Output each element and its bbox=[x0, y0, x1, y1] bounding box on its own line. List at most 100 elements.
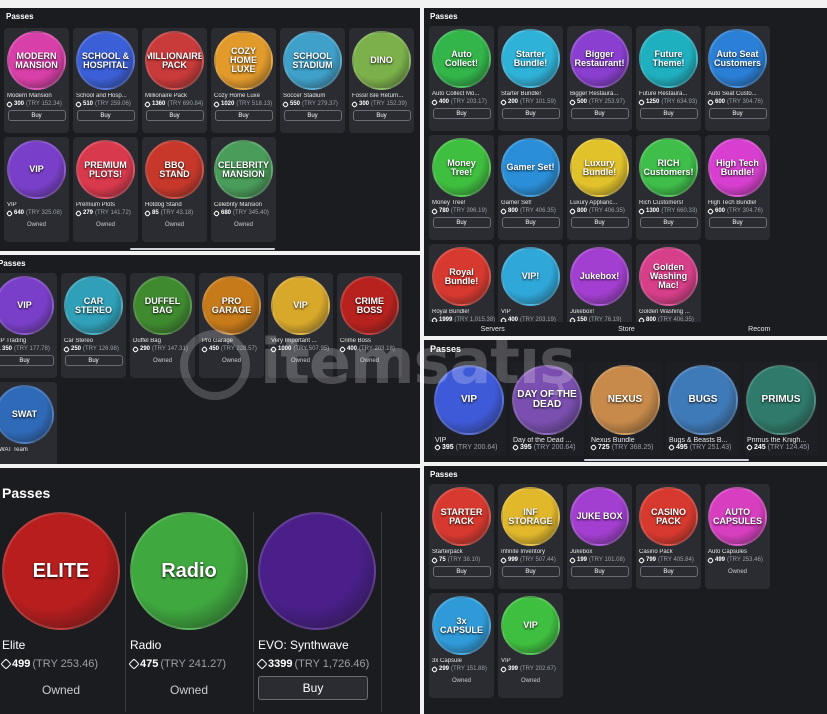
buy-button[interactable]: Buy bbox=[258, 676, 368, 700]
pass-card[interactable]: Luxury Bundle! Luxury Applianc... 800 (TRY … bbox=[567, 135, 632, 240]
pass-thumbnail[interactable]: Gamer Set! bbox=[501, 138, 560, 197]
pass-thumbnail[interactable]: INF STORAGE bbox=[501, 487, 560, 546]
pass-card[interactable]: ELITE Elite 499 (TRY 253.46) Owned bbox=[0, 512, 126, 712]
pass-card[interactable]: STARTER PACK Starterpack 75 (TRY 38.10) Buy bbox=[429, 484, 494, 589]
pass-thumbnail[interactable]: VIP bbox=[501, 596, 560, 655]
buy-button[interactable]: Buy bbox=[352, 110, 411, 121]
pass-card[interactable]: EVO: Synthwave 3399 (TRY 1,726.46) Buy bbox=[256, 512, 382, 712]
pass-card[interactable]: NEXUS Nexus Bundle 725 (TRY 368.25) bbox=[588, 362, 662, 456]
buy-button[interactable]: Buy bbox=[214, 110, 273, 121]
pass-card[interactable]: MODERN MANSION Modern Mansion 300 (TRY 152.… bbox=[4, 28, 69, 133]
pass-thumbnail[interactable]: Radio bbox=[130, 512, 248, 630]
pass-card[interactable]: CASINO PACK Casino Pack 799 (TRY 405.84) Buy bbox=[636, 484, 701, 589]
pass-thumbnail[interactable]: 3x CAPSULE bbox=[432, 596, 491, 655]
pass-card[interactable]: PREMIUM PLOTS! Premium Plots 279 (TRY 141.7… bbox=[73, 137, 138, 242]
pass-thumbnail[interactable]: CAR STEREO bbox=[64, 276, 123, 335]
buy-button[interactable]: Buy bbox=[0, 355, 54, 366]
pass-card[interactable]: BUGS Bugs & Beasts B... 495 (TRY 251.43) bbox=[666, 362, 740, 456]
pass-card[interactable]: AUTO CAPSULES Auto Capsules 499 (TRY 253.46… bbox=[705, 484, 770, 589]
pass-thumbnail[interactable]: High Tech Bundle! bbox=[708, 138, 767, 197]
pass-card[interactable]: SCHOOL & HOSPITAL School and Hosp... 510 (T… bbox=[73, 28, 138, 133]
pass-card[interactable]: RICH Customers! Rich Customers! 1300 (TRY 6… bbox=[636, 135, 701, 240]
buy-button[interactable]: Buy bbox=[708, 108, 767, 119]
pass-card[interactable]: Bigger Restaurant! Bigger Restaura... 500(… bbox=[567, 26, 632, 131]
pass-card[interactable]: VIP VIP 399 (TRY 202.67) Owned bbox=[498, 593, 563, 698]
pass-thumbnail[interactable]: CELEBRITY MANSION bbox=[214, 140, 273, 199]
pass-thumbnail[interactable]: NEXUS bbox=[590, 365, 660, 435]
pass-card[interactable]: VIP VIP 640 (TRY 325.08) Owned bbox=[4, 137, 69, 242]
pass-card[interactable]: SWAT SWAT Team bbox=[0, 382, 57, 464]
pass-thumbnail[interactable]: Jukebox! bbox=[570, 247, 629, 306]
pass-thumbnail[interactable]: BUGS bbox=[668, 365, 738, 435]
pass-card[interactable]: Radio Radio 475 (TRY 241.27) Owned bbox=[128, 512, 254, 712]
scrollbar[interactable] bbox=[584, 459, 749, 461]
pass-thumbnail[interactable]: Auto Seat Customers bbox=[708, 29, 767, 88]
buy-button[interactable]: Buy bbox=[501, 108, 560, 119]
pass-card[interactable]: COZY HOME LUXE Cozy Home Luxe 1020 (TRY 518… bbox=[211, 28, 276, 133]
pass-card[interactable]: MILLIONAIRE PACK Millionaire Pack 1360 (TRY… bbox=[142, 28, 207, 133]
pass-thumbnail[interactable]: Future Theme! bbox=[639, 29, 698, 88]
buy-button[interactable]: Buy bbox=[570, 108, 629, 119]
pass-thumbnail[interactable]: MILLIONAIRE PACK bbox=[145, 31, 204, 90]
pass-thumbnail[interactable]: PRO GARAGE bbox=[202, 276, 261, 335]
pass-thumbnail[interactable]: RICH Customers! bbox=[639, 138, 698, 197]
pass-thumbnail[interactable]: DINO bbox=[352, 31, 411, 90]
pass-card[interactable]: SCHOOL STADIUM Soccer Stadium 550 (TRY 279.… bbox=[280, 28, 345, 133]
pass-thumbnail[interactable]: MODERN MANSION bbox=[7, 31, 66, 90]
pass-thumbnail[interactable]: Starter Bundle! bbox=[501, 29, 560, 88]
pass-thumbnail[interactable]: Luxury Bundle! bbox=[570, 138, 629, 197]
buy-button[interactable]: Buy bbox=[283, 110, 342, 121]
pass-thumbnail[interactable]: BBQ STAND bbox=[145, 140, 204, 199]
buy-button[interactable]: Buy bbox=[639, 108, 698, 119]
pass-thumbnail[interactable]: Golden Washing Mac! bbox=[639, 247, 698, 306]
pass-card[interactable]: CAR STEREO Car Stereo 250 (TRY 126.98) Buy bbox=[61, 273, 126, 378]
buy-button[interactable]: Buy bbox=[64, 355, 123, 366]
tab-store[interactable]: Store bbox=[618, 326, 635, 333]
buy-button[interactable]: Buy bbox=[570, 217, 629, 228]
pass-thumbnail[interactable]: PREMIUM PLOTS! bbox=[76, 140, 135, 199]
pass-card[interactable]: PRIMUS Primus the Knigh... 245 (TRY 124.45) bbox=[744, 362, 818, 456]
pass-thumbnail[interactable]: SWAT bbox=[0, 385, 54, 444]
buy-button[interactable]: Buy bbox=[501, 566, 560, 577]
pass-thumbnail[interactable]: DUFFEL BAG bbox=[133, 276, 192, 335]
pass-card[interactable]: INF STORAGE Infinite Inventory 999 (TRY 507… bbox=[498, 484, 563, 589]
pass-card[interactable]: CELEBRITY MANSION Celebrity Mansion 680 (TR… bbox=[211, 137, 276, 242]
pass-thumbnail[interactable]: JUKE BOX bbox=[570, 487, 629, 546]
pass-thumbnail[interactable] bbox=[258, 512, 376, 630]
pass-thumbnail[interactable]: AUTO CAPSULES bbox=[708, 487, 767, 546]
pass-card[interactable]: VIPVIP Trading350(TRY 177.78)Buy bbox=[0, 273, 57, 378]
scrollbar[interactable] bbox=[130, 248, 275, 250]
pass-card[interactable]: Auto Seat Customers Auto Seat Custo... 600… bbox=[705, 26, 770, 131]
pass-card[interactable]: JUKE BOX Jukebox 199 (TRY 101.08) Buy bbox=[567, 484, 632, 589]
pass-thumbnail[interactable]: VIP bbox=[0, 276, 54, 335]
pass-card[interactable]: DINO Fossil Isle Return... 300 (TRY 152.39)… bbox=[349, 28, 414, 133]
pass-card[interactable]: Future Theme! Future Restaura... 1250 (TRY … bbox=[636, 26, 701, 131]
tab-recommended[interactable]: Recom bbox=[748, 326, 770, 333]
pass-thumbnail[interactable]: SCHOOL STADIUM bbox=[283, 31, 342, 90]
pass-thumbnail[interactable]: Auto Collect! bbox=[432, 29, 491, 88]
pass-thumbnail[interactable]: ELITE bbox=[2, 512, 120, 630]
buy-button[interactable]: Buy bbox=[570, 566, 629, 577]
pass-thumbnail[interactable]: VIP! bbox=[501, 247, 560, 306]
pass-thumbnail[interactable]: CASINO PACK bbox=[639, 487, 698, 546]
buy-button[interactable]: Buy bbox=[639, 566, 698, 577]
pass-card[interactable]: Starter Bundle! Starter Bundle! 200 (TRY 10… bbox=[498, 26, 563, 131]
pass-thumbnail[interactable]: VIP bbox=[7, 140, 66, 199]
buy-button[interactable]: Buy bbox=[76, 110, 135, 121]
pass-card[interactable]: High Tech Bundle! High Tech Bundle! 600 (TR… bbox=[705, 135, 770, 240]
pass-card[interactable]: Money Tree! Money Tree! 780 (TRY 396.19) Buy bbox=[429, 135, 494, 240]
pass-thumbnail[interactable]: COZY HOME LUXE bbox=[214, 31, 273, 90]
pass-card[interactable]: BBQ STAND Hotdog Stand 85 (TRY 43.18) Owned bbox=[142, 137, 207, 242]
pass-card[interactable]: Auto Collect! Auto Collect Mo... 400 (TRY 2… bbox=[429, 26, 494, 131]
pass-card[interactable]: Gamer Set! Gamer Set! 800 (TRY 406.35) Buy bbox=[498, 135, 563, 240]
buy-button[interactable]: Buy bbox=[639, 217, 698, 228]
pass-thumbnail[interactable]: Royal Bundle! bbox=[432, 247, 491, 306]
pass-card[interactable]: 3x CAPSULE 3x Capsule 299 (TRY 151.88) Owned bbox=[429, 593, 494, 698]
pass-thumbnail[interactable]: STARTER PACK bbox=[432, 487, 491, 546]
buy-button[interactable]: Buy bbox=[145, 110, 204, 121]
buy-button[interactable]: Buy bbox=[432, 108, 491, 119]
buy-button[interactable]: Buy bbox=[432, 217, 491, 228]
buy-button[interactable]: Buy bbox=[7, 110, 66, 121]
buy-button[interactable]: Buy bbox=[501, 217, 560, 228]
pass-thumbnail[interactable]: PRIMUS bbox=[746, 365, 816, 435]
